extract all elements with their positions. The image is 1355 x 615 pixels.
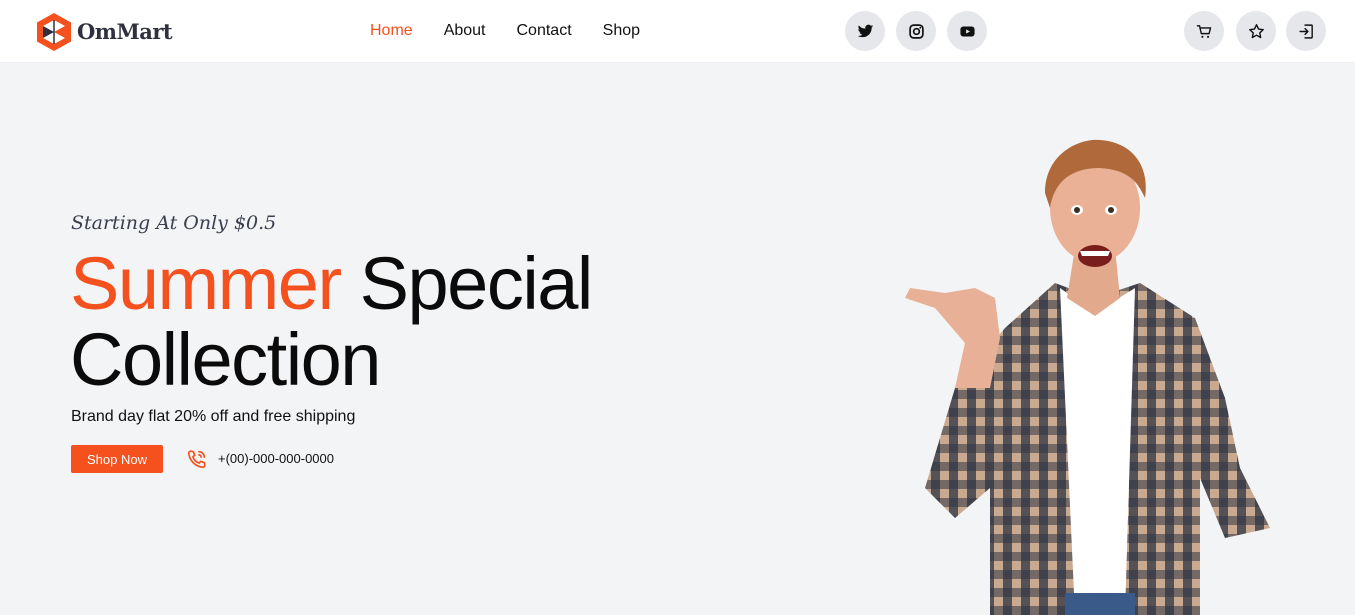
phone-number[interactable]: +(00)-000-000-0000 bbox=[218, 451, 334, 466]
hexagon-logo-icon bbox=[37, 12, 71, 51]
wishlist-button[interactable] bbox=[1236, 11, 1276, 51]
nav-shop[interactable]: Shop bbox=[603, 20, 640, 42]
instagram-button[interactable] bbox=[896, 11, 936, 51]
hero-title-accent: Summer bbox=[70, 242, 342, 325]
youtube-button[interactable] bbox=[947, 11, 987, 51]
nav-contact[interactable]: Contact bbox=[517, 20, 572, 42]
instagram-icon bbox=[908, 23, 924, 39]
cart-button[interactable] bbox=[1184, 11, 1224, 51]
nav-home[interactable]: Home bbox=[370, 20, 413, 42]
youtube-icon bbox=[959, 26, 975, 36]
star-icon bbox=[1248, 23, 1264, 38]
twitter-button[interactable] bbox=[845, 11, 885, 51]
hero-kicker: Starting At Only $0.5 bbox=[71, 212, 277, 234]
hero-title: Summer Special Collection bbox=[70, 246, 690, 398]
cart-icon bbox=[1196, 24, 1211, 38]
hero-title-line2: Collection bbox=[70, 318, 381, 401]
brand-name: OmMart bbox=[77, 19, 173, 44]
main-nav: Home About Contact Shop bbox=[370, 20, 640, 42]
twitter-icon bbox=[857, 24, 873, 37]
hero-title-rest: Special bbox=[359, 242, 594, 325]
login-icon bbox=[1298, 23, 1313, 39]
hero-model-image bbox=[905, 139, 1270, 615]
phone-icon bbox=[187, 450, 206, 469]
top-navbar: OmMart Home About Contact Shop bbox=[0, 0, 1355, 63]
hero-subtitle: Brand day flat 20% off and free shipping bbox=[71, 408, 356, 425]
shop-now-button[interactable]: Shop Now bbox=[71, 445, 163, 473]
nav-about[interactable]: About bbox=[444, 20, 486, 42]
brand-logo[interactable]: OmMart bbox=[35, 11, 173, 52]
login-button[interactable] bbox=[1286, 11, 1326, 51]
